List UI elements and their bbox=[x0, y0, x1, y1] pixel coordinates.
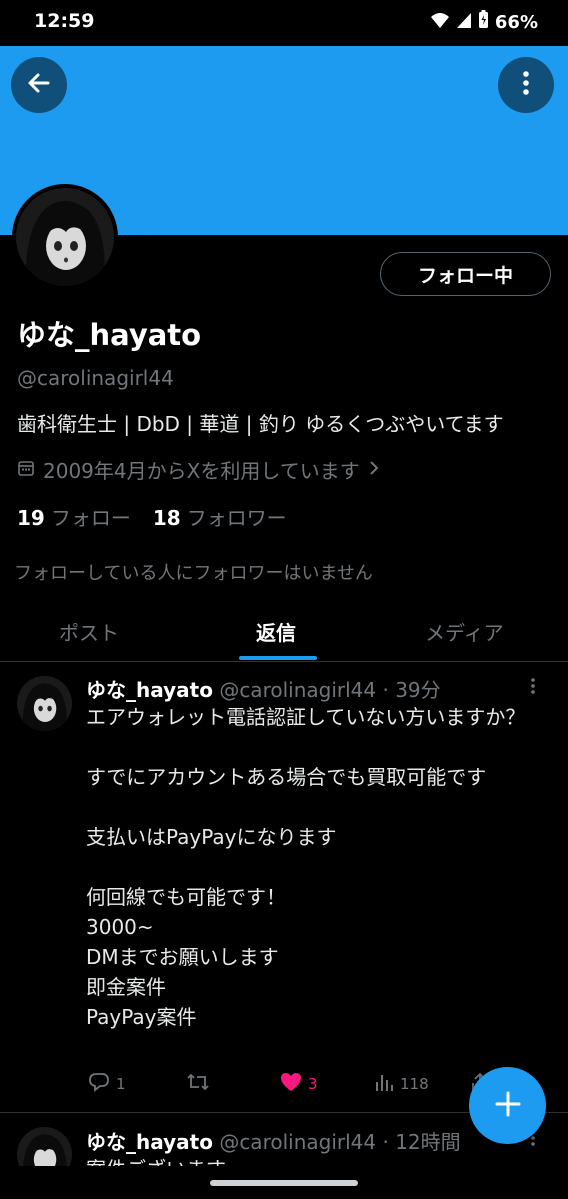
tab-replies[interactable]: 返信 bbox=[256, 617, 296, 646]
reply-button[interactable]: 1 bbox=[88, 1072, 126, 1096]
post-separator: · bbox=[382, 678, 389, 702]
more-options-button[interactable] bbox=[498, 57, 554, 113]
home-indicator[interactable] bbox=[210, 1180, 358, 1186]
join-date-label: 2009年4月からXを利用しています bbox=[43, 459, 360, 483]
views-button[interactable]: 118 bbox=[374, 1072, 429, 1096]
like-count: 3 bbox=[308, 1075, 318, 1093]
reply-icon bbox=[88, 1072, 110, 1096]
arrow-left-icon bbox=[26, 70, 52, 100]
tab-posts[interactable]: ポスト bbox=[59, 617, 119, 646]
post-actions: 1 3 118 bbox=[86, 1072, 526, 1100]
calendar-icon bbox=[17, 458, 35, 482]
following-label: フォロー bbox=[50, 506, 131, 530]
reply-count: 1 bbox=[116, 1075, 126, 1093]
following-button[interactable]: フォロー中 bbox=[380, 252, 551, 296]
followers-count: 18 bbox=[152, 506, 181, 530]
followers-link[interactable]: 18 フォロワー bbox=[153, 502, 287, 531]
mutual-followers-note: フォローしている人にフォロワーはいません bbox=[14, 563, 373, 584]
back-button[interactable] bbox=[11, 57, 67, 113]
more-vertical-icon bbox=[530, 676, 536, 700]
post-more-button[interactable] bbox=[530, 676, 536, 700]
signal-icon bbox=[456, 11, 472, 34]
like-button[interactable]: 3 bbox=[280, 1072, 318, 1096]
compose-button[interactable] bbox=[469, 1067, 546, 1144]
status-icons: 66% bbox=[430, 10, 538, 34]
status-time: 12:59 bbox=[34, 10, 95, 32]
view-count: 118 bbox=[400, 1075, 429, 1093]
profile-avatar[interactable] bbox=[12, 184, 118, 290]
wifi-icon bbox=[430, 11, 450, 34]
repost-icon bbox=[186, 1072, 210, 1096]
post-header: ゆな_hayato @carolinagirl44 · 12時間 bbox=[86, 1126, 461, 1155]
post-time: 12時間 bbox=[395, 1130, 461, 1154]
post-author-name[interactable]: ゆな_hayato bbox=[86, 1130, 213, 1154]
more-vertical-icon bbox=[522, 70, 530, 100]
tab-media[interactable]: メディア bbox=[425, 617, 504, 646]
plus-icon bbox=[494, 1090, 522, 1122]
post-text: エアウォレット電話認証していない方いますか？ すでにアカウントある場合でも買取可… bbox=[86, 705, 526, 1029]
repost-button[interactable] bbox=[186, 1072, 210, 1096]
post-separator: · bbox=[382, 1130, 389, 1154]
post-time: 39分 bbox=[395, 678, 441, 702]
profile-bio: 歯科衛生士 | DbD | 華道 | 釣り ゆるくつぶやいてます bbox=[17, 412, 504, 436]
post-author-handle: @carolinagirl44 bbox=[219, 678, 377, 702]
display-name: ゆな_hayato bbox=[17, 318, 202, 352]
post-author-handle: @carolinagirl44 bbox=[219, 1130, 377, 1154]
profile-tabs: ポスト 返信 メディア bbox=[0, 600, 568, 662]
post-header: ゆな_hayato @carolinagirl44 · 39分 bbox=[86, 674, 441, 703]
battery-percent: 66% bbox=[494, 11, 538, 33]
bar-chart-icon bbox=[374, 1072, 394, 1096]
following-count: 19 bbox=[17, 506, 45, 530]
post-avatar[interactable] bbox=[17, 676, 72, 731]
chevron-right-icon bbox=[368, 458, 380, 482]
following-link[interactable]: 19 フォロー bbox=[17, 502, 131, 531]
status-bar: 12:59 66% bbox=[0, 0, 568, 46]
user-handle: @carolinagirl44 bbox=[17, 366, 174, 390]
join-date[interactable]: 2009年4月からXを利用しています bbox=[17, 455, 380, 484]
heart-filled-icon bbox=[280, 1072, 302, 1096]
active-tab-indicator bbox=[239, 656, 317, 660]
battery-icon bbox=[478, 10, 489, 34]
post-author-name[interactable]: ゆな_hayato bbox=[86, 678, 213, 702]
follow-counts: 19 フォロー 18 フォロワー bbox=[17, 502, 287, 531]
followers-label: フォロワー bbox=[186, 506, 287, 530]
